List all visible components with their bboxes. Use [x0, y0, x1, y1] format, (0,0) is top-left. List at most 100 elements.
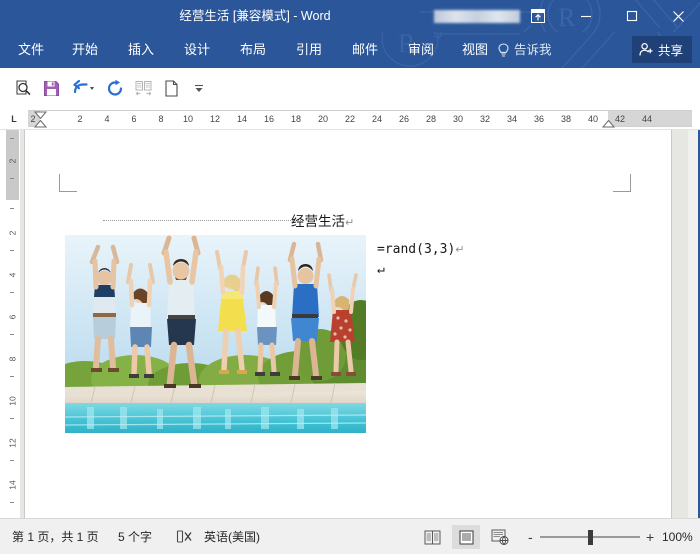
redacted-region — [434, 10, 520, 23]
rand-text: =rand(3,3) — [377, 242, 455, 257]
vruler-label: 2 — [8, 155, 18, 168]
ribbon-display-options-button[interactable] — [516, 0, 560, 32]
document-area: 经营生活↵ — [20, 130, 700, 518]
title-bar: R 经营生活 [兼容模式] - Word — [0, 0, 700, 32]
compare-columns-icon — [134, 79, 153, 98]
ruler-label: 44 — [642, 114, 652, 124]
tab-file[interactable]: 文件 — [16, 32, 46, 68]
ruler-label: 6 — [131, 114, 136, 124]
print-preview-icon — [14, 79, 33, 98]
tab-home[interactable]: 开始 — [70, 32, 100, 68]
horizontal-ruler-track[interactable]: 2 2 4 6 8 10 12 14 16 18 20 22 24 26 28 … — [28, 110, 692, 127]
tab-design[interactable]: 设计 — [182, 32, 212, 68]
web-layout-button[interactable] — [486, 525, 514, 549]
print-layout-button[interactable] — [452, 525, 480, 549]
share-label: 共享 — [658, 40, 683, 59]
vertical-ruler[interactable]: 2 2 4 6 8 10 12 14 — [0, 130, 20, 518]
ruler-label: 18 — [291, 114, 301, 124]
read-mode-button[interactable] — [418, 525, 446, 549]
word-count[interactable]: 5 个字 — [118, 519, 152, 554]
vruler-label: 8 — [8, 353, 18, 366]
ruler-label: 38 — [561, 114, 571, 124]
document-page[interactable]: 经营生活↵ — [24, 130, 672, 518]
heading-text: 经营生活 — [291, 214, 345, 230]
ruler-label: 34 — [507, 114, 517, 124]
jumping-people-pool-photo[interactable] — [65, 235, 366, 433]
horizontal-ruler[interactable]: L 2 2 4 6 8 10 12 14 16 18 20 22 24 26 2… — [0, 108, 700, 130]
save-icon — [42, 79, 61, 98]
zoom-slider-handle[interactable] — [588, 530, 593, 545]
paragraph-mark: ↵ — [345, 216, 354, 229]
ruler-label: 16 — [264, 114, 274, 124]
customize-quick-access-toolbar-button[interactable] — [186, 76, 212, 100]
quick-access-toolbar — [0, 68, 700, 108]
tab-insert[interactable]: 插入 — [126, 32, 156, 68]
ruler-label: 12 — [210, 114, 220, 124]
undo-button[interactable] — [66, 76, 100, 100]
zoom-out-button[interactable]: - — [528, 519, 533, 554]
ruler-label: 10 — [183, 114, 193, 124]
read-mode-icon — [424, 530, 441, 545]
empty-paragraph-mark: ↵ — [377, 262, 385, 277]
maximize-button[interactable] — [610, 0, 654, 32]
zoom-in-button[interactable]: + — [646, 519, 654, 554]
ruler-label: 30 — [453, 114, 463, 124]
first-line-indent-marker[interactable] — [34, 111, 47, 119]
ruler-label: 26 — [399, 114, 409, 124]
ruler-label: 24 — [372, 114, 382, 124]
close-button[interactable] — [656, 0, 700, 32]
share-button[interactable]: 共享 — [632, 36, 692, 63]
tab-review[interactable]: 审阅 — [406, 32, 436, 68]
ruler-label: 4 — [104, 114, 109, 124]
tab-leader-line — [103, 220, 303, 221]
tab-stop-selector[interactable]: L — [2, 110, 26, 128]
redo-icon — [106, 79, 125, 98]
word-window: R 经营生活 [兼容模式] - Word — [0, 0, 700, 554]
tab-references[interactable]: 引用 — [294, 32, 324, 68]
ruler-label: 40 — [588, 114, 598, 124]
tab-mailings[interactable]: 邮件 — [350, 32, 380, 68]
minimize-button[interactable] — [564, 0, 608, 32]
maximize-icon — [625, 9, 639, 23]
vruler-label: 12 — [8, 437, 18, 450]
margin-mark-top-left — [59, 174, 77, 192]
new-document-icon — [162, 79, 181, 98]
vruler-label: 6 — [8, 311, 18, 324]
tell-me-label: 告诉我 — [514, 32, 552, 68]
print-preview-button[interactable] — [10, 76, 36, 100]
ruler-label: 22 — [345, 114, 355, 124]
vruler-label: 14 — [8, 479, 18, 492]
ribbon-display-options-icon — [531, 9, 545, 23]
web-layout-icon — [491, 529, 509, 545]
ruler-label: 28 — [426, 114, 436, 124]
compare-columns-button[interactable] — [130, 76, 156, 100]
ruler-label: 36 — [534, 114, 544, 124]
page-right-gutter — [672, 130, 688, 518]
tab-layout[interactable]: 布局 — [238, 32, 268, 68]
page-indicator[interactable]: 第 1 页，共 1 页 — [12, 519, 99, 554]
new-document-button[interactable] — [158, 76, 184, 100]
redo-button[interactable] — [102, 76, 128, 100]
proofing-errors-button[interactable] — [174, 526, 194, 548]
rand-paragraph[interactable]: =rand(3,3)↵ — [377, 242, 465, 257]
margin-mark-top-right — [613, 174, 631, 192]
zoom-level-label[interactable]: 100% — [662, 519, 693, 554]
ribbon-tab-bar: R 文件 开始 插入 设计 布局 引用 邮件 审阅 视图 告诉我 共享 — [0, 32, 700, 68]
share-person-icon — [639, 42, 654, 57]
ruler-label: 2 — [77, 114, 82, 124]
tell-me-box[interactable]: 告诉我 — [497, 32, 552, 68]
photo-content — [65, 235, 366, 433]
language-indicator[interactable]: 英语(美国) — [204, 519, 260, 554]
vruler-label: 2 — [8, 227, 18, 240]
left-indent-marker[interactable] — [34, 120, 47, 128]
vruler-label: 4 — [8, 269, 18, 282]
right-indent-marker[interactable] — [602, 120, 615, 128]
customize-quick-access-toolbar-icon — [191, 80, 207, 96]
minimize-icon — [579, 9, 593, 23]
save-button[interactable] — [38, 76, 64, 100]
tab-view[interactable]: 视图 — [460, 32, 490, 68]
paragraph-mark: ↵ — [455, 243, 464, 256]
ruler-label: 42 — [615, 114, 625, 124]
heading-paragraph[interactable]: 经营生活↵ — [291, 210, 354, 230]
proofing-errors-icon — [176, 529, 193, 545]
